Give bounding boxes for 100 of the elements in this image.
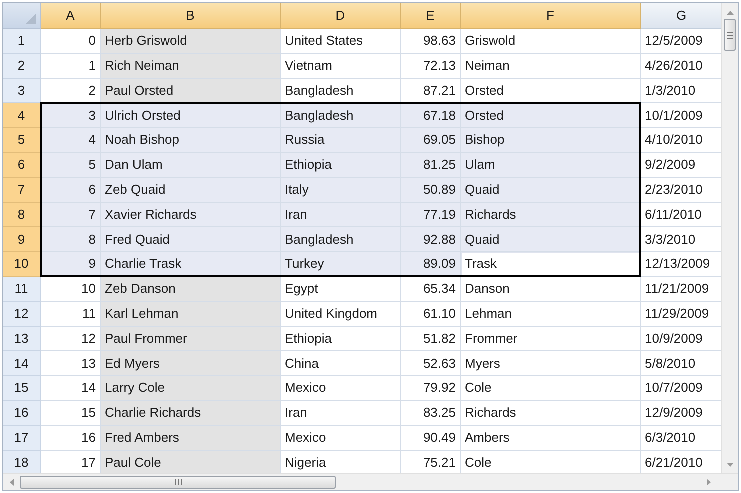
table-cell: 6/11/2010 [641,202,722,228]
table-cell: 12 [41,326,101,352]
table-cell: China [281,351,401,376]
table-cell: United Kingdom [281,302,401,327]
row-header[interactable]: 18 [3,450,41,473]
row-header[interactable]: 11 [3,276,41,302]
table-cell: 81.25 [401,152,461,178]
row-header[interactable]: 5 [3,128,41,153]
table-cell: Zeb Danson [101,276,281,302]
column-header[interactable]: G [641,3,722,29]
table-cell: 51.82 [401,326,461,352]
row-header[interactable]: 10 [3,252,41,277]
table-cell: 2 [41,78,101,104]
table-cell: 50.89 [401,178,461,203]
table-cell: 67.18 [401,103,461,128]
row-header[interactable]: 1 [3,29,41,54]
horizontal-scrollbar[interactable] [3,473,738,490]
table-cell: Nigeria [281,450,401,473]
table-cell: Paul Orsted [101,78,281,104]
table-cell: 75.21 [401,450,461,473]
table-cell: Paul Frommer [101,326,281,352]
table-cell: Mexico [281,376,401,401]
table-cell: Ulrich Orsted [101,103,281,128]
column-header[interactable]: A [41,3,101,29]
column-header[interactable]: F [461,3,641,29]
table-cell: Fred Quaid [101,227,281,252]
table-cell: 10 [41,276,101,302]
row-header[interactable]: 17 [3,426,41,451]
row-header[interactable]: 3 [3,78,41,104]
table-cell: 13 [41,351,101,376]
scroll-left-icon[interactable] [10,478,14,486]
row-header[interactable]: 4 [3,103,41,128]
table-cell: 0 [41,29,101,54]
scroll-right-icon[interactable] [707,478,711,486]
table-cell: Trask [461,252,641,277]
table-cell: 16 [41,426,101,451]
corner-triangle-icon [26,14,36,24]
table-cell: 83.25 [401,400,461,426]
table-cell: 11 [41,302,101,327]
table-cell: 52.63 [401,351,461,376]
row-header[interactable]: 14 [3,351,41,376]
table-cell: Paul Cole [101,450,281,473]
table-cell: 17 [41,450,101,473]
row-header[interactable]: 15 [3,376,41,401]
table-cell: Charlie Trask [101,252,281,277]
table-cell: United States [281,29,401,54]
row-header[interactable]: 16 [3,400,41,426]
row-header[interactable]: 12 [3,302,41,327]
column-header[interactable]: D [281,3,401,29]
column-header[interactable]: E [401,3,461,29]
table-cell: 8 [41,227,101,252]
table-cell: Orsted [461,103,641,128]
table-cell: Ulam [461,152,641,178]
table-cell: Ambers [461,426,641,451]
table-cell: Cole [461,450,641,473]
table-cell: 9 [41,252,101,277]
row-header[interactable]: 13 [3,326,41,352]
vertical-scrollbar[interactable] [721,3,738,473]
table-cell: 65.34 [401,276,461,302]
table-cell: Iran [281,202,401,228]
table-cell: Xavier Richards [101,202,281,228]
table-cell: Larry Cole [101,376,281,401]
table-cell: 90.49 [401,426,461,451]
table-cell: 1/3/2010 [641,78,722,104]
table-cell: 89.09 [401,252,461,277]
table-cell: 14 [41,376,101,401]
table-cell: 69.05 [401,128,461,153]
table-cell: Ed Myers [101,351,281,376]
table-cell: Noah Bishop [101,128,281,153]
row-header[interactable]: 7 [3,178,41,203]
scroll-down-icon[interactable] [726,463,734,467]
table-cell: Karl Lehman [101,302,281,327]
table-cell: 15 [41,400,101,426]
row-header[interactable]: 2 [3,54,41,79]
table-cell: Charlie Richards [101,400,281,426]
table-cell: 3 [41,103,101,128]
table-cell: Vietnam [281,54,401,79]
scroll-thumb[interactable] [724,19,736,51]
table-cell: Italy [281,178,401,203]
table-cell: 79.92 [401,376,461,401]
table-cell: Ethiopia [281,326,401,352]
scroll-up-icon[interactable] [726,11,734,15]
select-all-corner[interactable] [3,3,41,29]
table-cell: 87.21 [401,78,461,104]
table-cell: Iran [281,400,401,426]
table-cell: 72.13 [401,54,461,79]
column-header[interactable]: B [101,3,281,29]
scroll-thumb[interactable] [20,476,336,488]
table-cell: 98.63 [401,29,461,54]
table-cell: Myers [461,351,641,376]
table-cell: Griswold [461,29,641,54]
table-cell: Orsted [461,78,641,104]
table-cell: Danson [461,276,641,302]
table-cell: 5 [41,152,101,178]
table-cell: Frommer [461,326,641,352]
row-header[interactable]: 9 [3,227,41,252]
table-cell: Rich Neiman [101,54,281,79]
table-cell: Richards [461,400,641,426]
row-header[interactable]: 8 [3,202,41,228]
row-header[interactable]: 6 [3,152,41,178]
